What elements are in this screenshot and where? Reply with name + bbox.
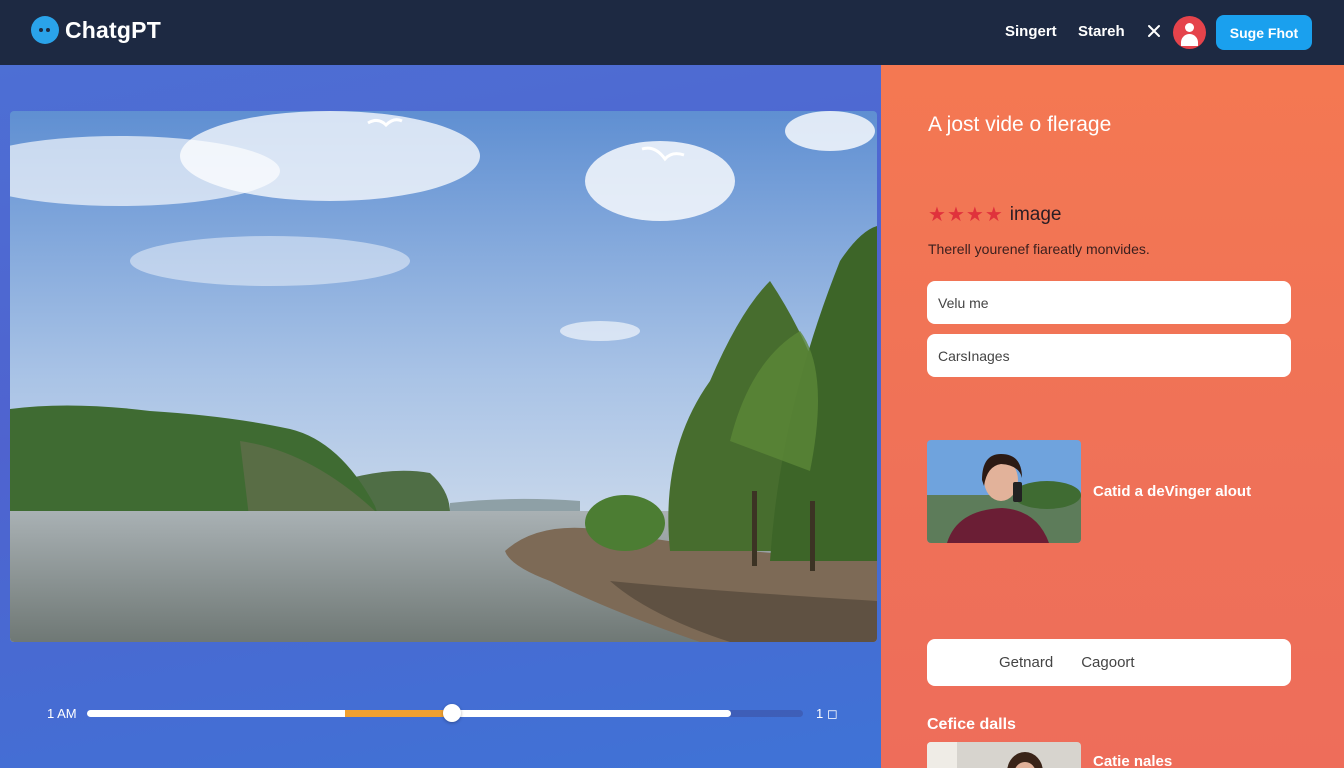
- name-input[interactable]: [927, 281, 1291, 324]
- time-current: 1 AM: [47, 706, 77, 721]
- star-icon: ★: [946, 204, 965, 226]
- category-input[interactable]: [927, 334, 1291, 377]
- cta-button[interactable]: Suge Fhot: [1216, 15, 1312, 50]
- star-icon: ★: [965, 204, 984, 226]
- video-title: A jost vide o flerage: [928, 113, 1112, 136]
- segment-getnard[interactable]: Getnard: [999, 654, 1053, 671]
- related-video-title: Catid a deVinger alout: [1093, 483, 1252, 500]
- top-bar: ChatgPT Singert Stareh Suge Fhot: [0, 0, 1344, 65]
- related-video-card[interactable]: Catid a deVinger alout: [927, 440, 1251, 543]
- star-icon: ★: [928, 204, 946, 226]
- close-icon[interactable]: [1145, 22, 1163, 40]
- user-icon-body: [1181, 34, 1198, 46]
- segment-cagoort[interactable]: Cagoort: [1081, 654, 1134, 671]
- nav-link-stareh[interactable]: Stareh: [1078, 23, 1125, 40]
- segmented-control: Getnard Cagoort: [927, 639, 1291, 686]
- details-panel: A jost vide o flerage ★★★★ image Therell…: [881, 65, 1344, 768]
- rating: ★★★★ image: [928, 202, 1062, 227]
- related-video-title-2: Catie nales: [1093, 753, 1173, 768]
- user-icon: [1185, 23, 1194, 32]
- seek-thumb[interactable]: [443, 704, 462, 722]
- video-description: Therell yourenef fiareatly monvides.: [928, 241, 1150, 257]
- related-video-thumbnail-2: [927, 742, 1081, 768]
- landscape-scene: [10, 111, 877, 642]
- seek-progress: [344, 710, 453, 717]
- app-name: ChatgPT: [65, 16, 161, 43]
- related-video-card-2[interactable]: Catie nales: [927, 742, 1172, 768]
- player-panel: 1 AM 1 ◻: [0, 65, 881, 768]
- rating-stars: ★★★★: [928, 202, 1004, 227]
- chat-bubble-icon: [31, 16, 59, 44]
- star-icon: ★: [984, 204, 1003, 226]
- user-avatar[interactable]: [1173, 16, 1206, 49]
- nav-link-singert[interactable]: Singert: [1005, 23, 1057, 40]
- section-heading: Cefice dalls: [927, 716, 1016, 733]
- related-video-thumbnail: [927, 440, 1081, 543]
- app-logo[interactable]: ChatgPT: [31, 16, 161, 44]
- seek-bar[interactable]: [87, 704, 803, 722]
- time-end: 1 ◻: [816, 706, 838, 721]
- rating-label: image: [1009, 203, 1062, 225]
- video-frame[interactable]: [10, 111, 877, 642]
